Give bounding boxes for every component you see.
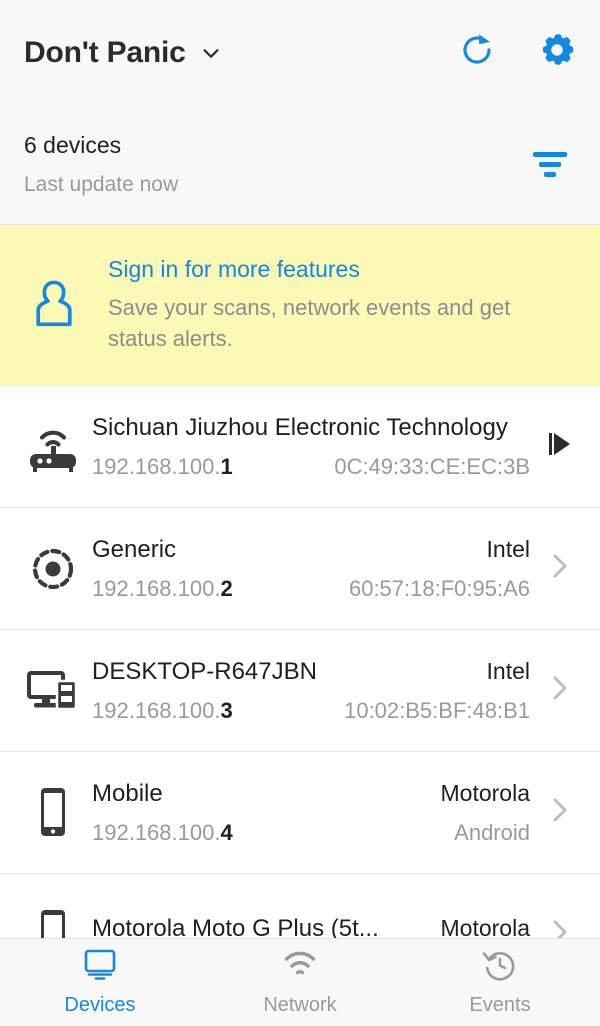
device-mac: 0C:49:33:CE:EC:3B <box>334 453 530 479</box>
device-details: Sichuan Jiuzhou Electronic Technology 19… <box>92 414 540 480</box>
device-ip-prefix: 192.168.100. <box>92 819 221 845</box>
filter-bar-top <box>533 152 567 157</box>
chevron-down-icon[interactable] <box>200 42 222 64</box>
page-title: Don't Panic <box>24 35 186 69</box>
chevron-right-icon <box>548 549 572 588</box>
tab-devices-label: Devices <box>64 994 136 1016</box>
device-ip-prefix: 192.168.100. <box>92 697 221 723</box>
device-primary-line: DESKTOP-R647JBN Intel <box>92 658 530 686</box>
filter-bar-middle <box>539 162 561 167</box>
device-vendor: Motorola <box>440 779 530 806</box>
row-trailing[interactable] <box>540 793 580 832</box>
device-details: Generic Intel 192.168.100.2 60:57:18:F0:… <box>92 536 540 602</box>
filter-bar-bottom <box>544 172 556 177</box>
device-details: Mobile Motorola 192.168.100.4 Android <box>92 780 540 846</box>
chevron-right-icon <box>548 671 572 710</box>
bottom-navigation: Devices Network Events <box>0 938 600 1026</box>
tab-network[interactable]: Network <box>200 939 400 1026</box>
table-row[interactable]: Mobile Motorola 192.168.100.4 Android <box>0 752 600 874</box>
last-update-label: Last update now <box>24 173 179 196</box>
device-secondary-line: 192.168.100.3 10:02:B5:BF:48:B1 <box>92 698 530 724</box>
chevron-right-icon <box>548 793 572 832</box>
device-vendor: Intel <box>486 535 530 562</box>
device-list[interactable]: Sichuan Jiuzhou Electronic Technology 19… <box>0 386 600 1026</box>
row-trailing[interactable] <box>540 549 580 588</box>
play-marker-icon <box>547 429 573 464</box>
device-name: Generic <box>92 535 177 563</box>
banner-title: Sign in for more features <box>108 256 360 282</box>
row-trailing[interactable] <box>540 671 580 710</box>
device-secondary-line: 192.168.100.4 Android <box>92 820 530 846</box>
sign-in-banner[interactable]: Sign in for more features Save your scan… <box>0 225 600 386</box>
device-ip: 192.168.100.3 <box>92 698 233 724</box>
summary-bar: 6 devices Last update now <box>0 105 600 225</box>
tab-network-label: Network <box>263 994 337 1016</box>
device-name: DESKTOP-R647JBN <box>92 657 317 685</box>
device-ip-prefix: 192.168.100. <box>92 575 221 601</box>
history-clock-icon <box>482 948 518 987</box>
device-ip-last-octet: 4 <box>220 819 233 845</box>
device-vendor: Intel <box>486 657 530 684</box>
wifi-icon <box>282 948 318 987</box>
device-primary-line: Mobile Motorola <box>92 780 530 808</box>
banner-text: Sign in for more features Save your scan… <box>88 256 558 354</box>
table-row[interactable]: Generic Intel 192.168.100.2 60:57:18:F0:… <box>0 508 600 630</box>
device-mac: 10:02:B5:BF:48:B1 <box>344 697 530 723</box>
filter-icon <box>533 152 567 177</box>
tab-devices[interactable]: Devices <box>0 939 200 1026</box>
desktop-icon <box>14 665 92 717</box>
device-ip-last-octet: 3 <box>220 697 233 723</box>
device-secondary-line: 192.168.100.1 0C:49:33:CE:EC:3B <box>92 454 530 480</box>
generic-device-icon <box>14 543 92 595</box>
tab-events-label: Events <box>469 994 531 1016</box>
mobile-icon <box>14 784 92 842</box>
device-secondary-line: 192.168.100.2 60:57:18:F0:95:A6 <box>92 576 530 602</box>
device-os: Android <box>454 819 530 845</box>
table-row[interactable]: Sichuan Jiuzhou Electronic Technology 19… <box>0 386 600 508</box>
device-name: Sichuan Jiuzhou Electronic Technology <box>92 413 508 441</box>
row-trailing[interactable] <box>540 429 580 464</box>
monitor-icon <box>82 948 118 987</box>
device-mac: 60:57:18:F0:95:A6 <box>348 575 530 601</box>
device-count: 6 devices <box>24 132 122 158</box>
device-ip: 192.168.100.2 <box>92 576 233 602</box>
refresh-icon <box>459 32 495 73</box>
person-icon <box>20 276 88 334</box>
device-ip-last-octet: 1 <box>220 453 233 479</box>
app-bar: Don't Panic <box>0 0 600 105</box>
device-name: Mobile <box>92 779 163 807</box>
gear-icon <box>539 32 575 73</box>
table-row[interactable]: DESKTOP-R647JBN Intel 192.168.100.3 10:0… <box>0 630 600 752</box>
settings-button[interactable] <box>538 34 576 72</box>
device-ip-last-octet: 2 <box>220 575 233 601</box>
device-primary-line: Sichuan Jiuzhou Electronic Technology <box>92 414 530 442</box>
filter-button[interactable] <box>528 143 572 187</box>
device-ip: 192.168.100.4 <box>92 820 233 846</box>
refresh-button[interactable] <box>458 34 496 72</box>
device-ip: 192.168.100.1 <box>92 454 233 480</box>
app-bar-actions <box>458 34 576 72</box>
summary-texts: 6 devices Last update now <box>24 132 528 197</box>
network-selector[interactable]: Don't Panic <box>24 36 458 70</box>
router-icon <box>14 421 92 473</box>
tab-events[interactable]: Events <box>400 939 600 1026</box>
device-details: DESKTOP-R647JBN Intel 192.168.100.3 10:0… <box>92 658 540 724</box>
banner-subtitle: Save your scans, network events and get … <box>108 295 511 351</box>
device-ip-prefix: 192.168.100. <box>92 453 221 479</box>
app-root: Don't Panic 6 devices Last update now Si… <box>0 0 600 1026</box>
device-primary-line: Generic Intel <box>92 536 530 564</box>
